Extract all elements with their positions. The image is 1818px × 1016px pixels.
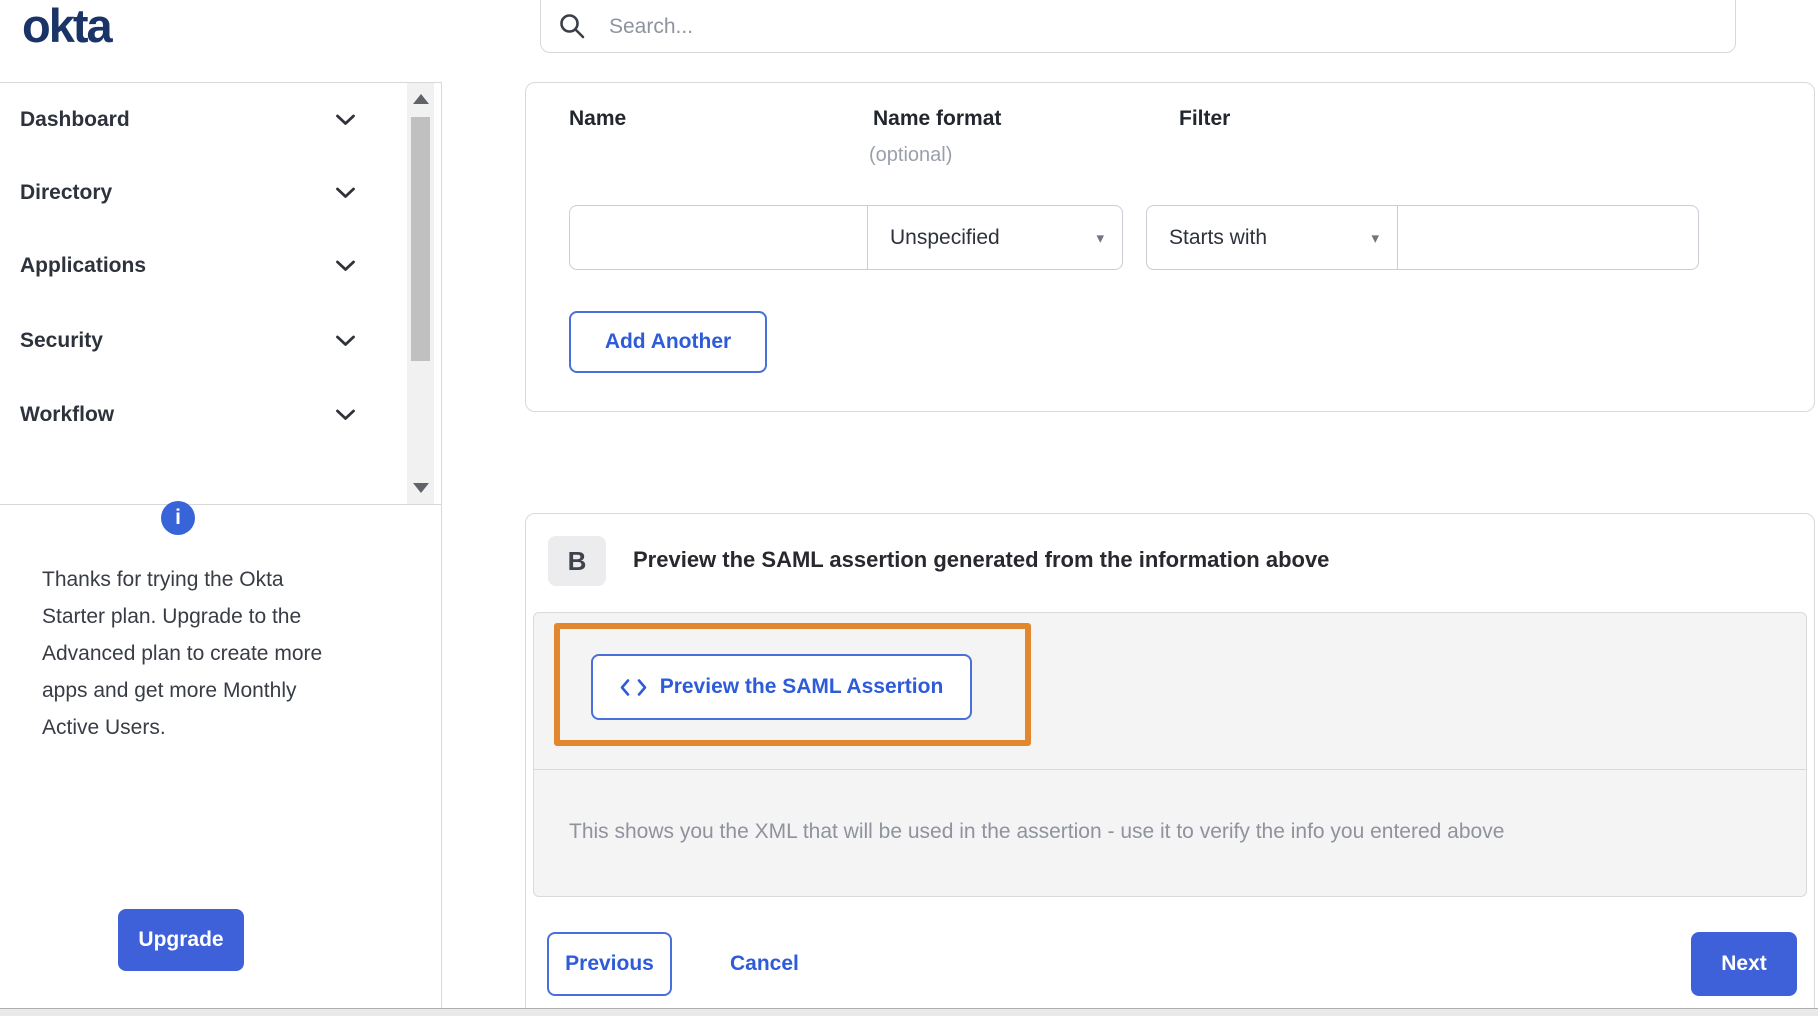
- sidebar-nav: Dashboard Directory Applications Securit…: [0, 82, 442, 505]
- filter-type-selected-value: Starts with: [1169, 226, 1267, 250]
- sidebar-item-applications[interactable]: Applications: [0, 229, 404, 303]
- step-b-badge: B: [548, 536, 606, 586]
- sidebar-item-label: Directory: [20, 181, 112, 205]
- select-caret-icon: ▾: [1096, 229, 1104, 247]
- name-column-label: Name: [569, 107, 626, 131]
- previous-button[interactable]: Previous: [547, 932, 672, 996]
- sidebar-item-label: Applications: [20, 254, 146, 278]
- preview-description: This shows you the XML that will be used…: [569, 820, 1779, 844]
- search-input[interactable]: [540, 0, 1736, 53]
- name-format-column-label: Name format: [873, 107, 1001, 131]
- sidebar-item-directory[interactable]: Directory: [0, 156, 404, 230]
- sidebar-item-dashboard[interactable]: Dashboard: [0, 83, 404, 157]
- attribute-statements-card: Name Name format (optional) Filter Unspe…: [525, 82, 1815, 412]
- add-another-button[interactable]: Add Another: [569, 311, 767, 373]
- chevron-down-icon: [335, 409, 356, 421]
- okta-admin-page: okta Dashboard Directory Applications Se…: [0, 0, 1818, 1016]
- name-format-selected-value: Unspecified: [890, 226, 1000, 250]
- window-bottom-strip: [0, 1008, 1818, 1016]
- preview-saml-assertion-button[interactable]: Preview the SAML Assertion: [591, 654, 972, 720]
- select-caret-icon: ▾: [1371, 229, 1379, 247]
- upgrade-button[interactable]: Upgrade: [118, 909, 244, 971]
- okta-logo[interactable]: okta: [22, 0, 111, 52]
- sidebar-right-border: [441, 82, 442, 1008]
- attribute-name-input[interactable]: [569, 205, 867, 270]
- sidebar-item-label: Dashboard: [20, 108, 130, 132]
- preview-saml-card: B Preview the SAML assertion generated f…: [525, 513, 1815, 1016]
- sidebar-item-label: Workflow: [20, 403, 114, 427]
- cancel-button[interactable]: Cancel: [722, 932, 807, 996]
- scrollbar-up-arrow[interactable]: [413, 94, 429, 104]
- scrollbar-down-arrow[interactable]: [413, 483, 429, 493]
- name-format-hint: (optional): [869, 144, 952, 167]
- next-button[interactable]: Next: [1691, 932, 1797, 996]
- sidebar-item-workflow[interactable]: Workflow: [0, 378, 404, 452]
- filter-value-input[interactable]: [1397, 205, 1699, 270]
- preview-button-label: Preview the SAML Assertion: [660, 675, 944, 699]
- preview-section-title: Preview the SAML assertion generated fro…: [633, 547, 1329, 573]
- search-icon: [559, 13, 585, 39]
- chevron-down-icon: [335, 260, 356, 272]
- chevron-down-icon: [335, 114, 356, 126]
- chevron-down-icon: [335, 187, 356, 199]
- sidebar-item-label: Security: [20, 329, 103, 353]
- sidebar-item-security[interactable]: Security: [0, 304, 404, 378]
- filter-column-label: Filter: [1179, 107, 1230, 131]
- scrollbar-thumb[interactable]: [411, 117, 430, 361]
- filter-type-select[interactable]: Starts with ▾: [1146, 205, 1397, 270]
- plan-promo-text: Thanks for trying the Okta Starter plan.…: [42, 561, 338, 746]
- chevron-down-icon: [335, 335, 356, 347]
- name-format-select[interactable]: Unspecified ▾: [867, 205, 1123, 270]
- sidebar-scrollbar[interactable]: [407, 83, 434, 504]
- code-icon: [620, 678, 647, 697]
- info-icon: i: [161, 501, 195, 535]
